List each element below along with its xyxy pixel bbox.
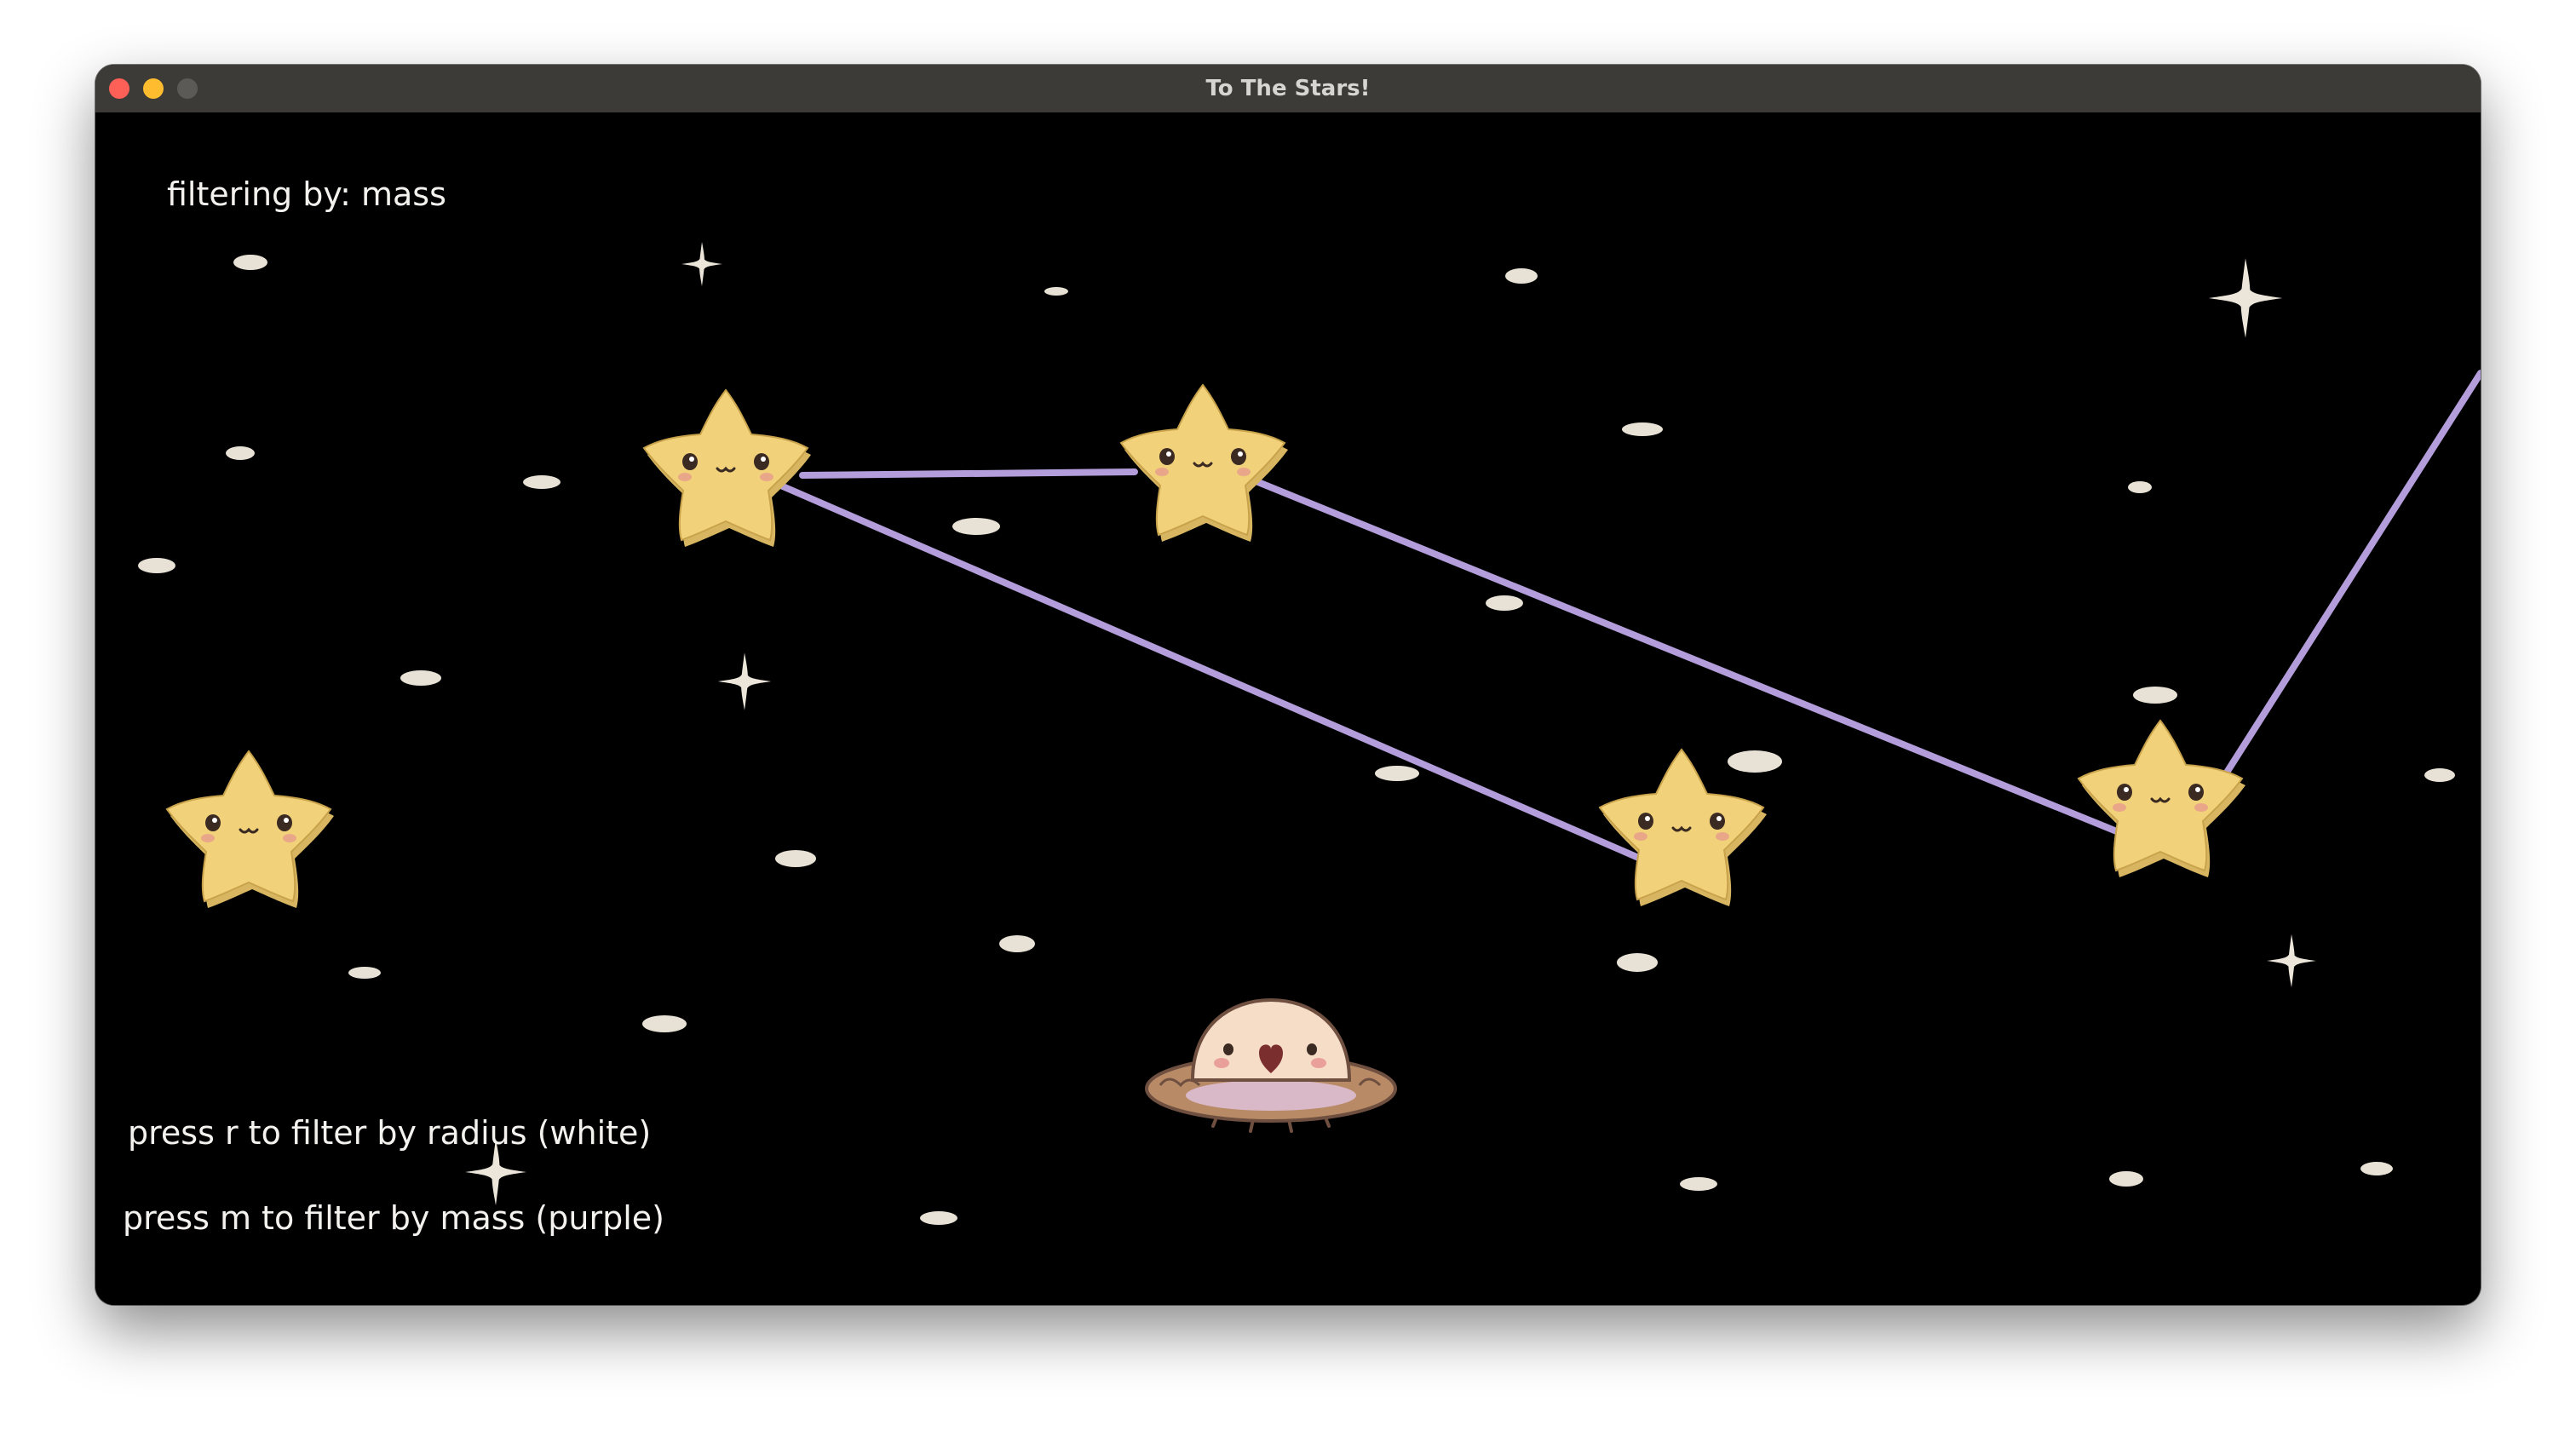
- sparkle-icon: [2208, 258, 2283, 338]
- dust-particle: [226, 446, 255, 460]
- dust-particle: [1044, 287, 1068, 296]
- dust-particle: [1617, 953, 1658, 972]
- star-icon: [1598, 748, 1768, 908]
- dust-particle: [920, 1211, 957, 1225]
- dust-particle: [523, 475, 561, 489]
- dust-particle: [1622, 422, 1663, 436]
- dust-particle: [2424, 768, 2455, 782]
- radius-filter-hint: press r to filter by radius (white): [128, 1114, 652, 1152]
- star-nodes: [165, 383, 2247, 910]
- dust-particle: [1486, 595, 1523, 611]
- sparkles: [465, 242, 2316, 1205]
- edge-line: [773, 480, 1671, 874]
- dust-particle: [642, 1015, 687, 1032]
- dust-particle: [400, 670, 441, 686]
- title-bar: To The Stars!: [95, 65, 2481, 113]
- dust-particle: [1728, 750, 1782, 773]
- dust-particle: [2128, 481, 2152, 493]
- star-icon: [165, 750, 336, 910]
- star-icon: [2077, 719, 2247, 879]
- ufo-icon: [1145, 997, 1397, 1133]
- dust-particle: [1505, 268, 1538, 284]
- dust-particle: [999, 935, 1035, 952]
- app-window: To The Stars! filtering by: mass press r…: [95, 65, 2481, 1305]
- dust-particle: [348, 967, 381, 979]
- edge-line: [799, 468, 1138, 479]
- dust-particle: [2133, 687, 2177, 704]
- dust-particle: [1680, 1177, 1717, 1191]
- mass-filter-hint: press m to filter by mass (purple): [123, 1199, 664, 1237]
- dust-particle: [2109, 1171, 2143, 1187]
- sparkle-icon: [2267, 934, 2316, 988]
- edge-line: [2210, 370, 2481, 797]
- dust-particle: [952, 518, 1000, 535]
- sparkle-icon: [681, 242, 722, 286]
- star-icon: [1119, 383, 1290, 543]
- filter-status-label: filtering by: mass: [167, 175, 446, 213]
- sparkle-icon: [717, 652, 772, 710]
- window-title: To The Stars!: [1205, 76, 1371, 101]
- game-canvas[interactable]: filtering by: mass press r to filter by …: [95, 112, 2481, 1305]
- dust-particle: [2360, 1162, 2393, 1175]
- dust-particle: [1375, 766, 1419, 781]
- dust-particle: [138, 558, 175, 573]
- star-icon: [642, 388, 813, 549]
- dust-particle: [775, 850, 816, 867]
- dust-particle: [233, 255, 267, 270]
